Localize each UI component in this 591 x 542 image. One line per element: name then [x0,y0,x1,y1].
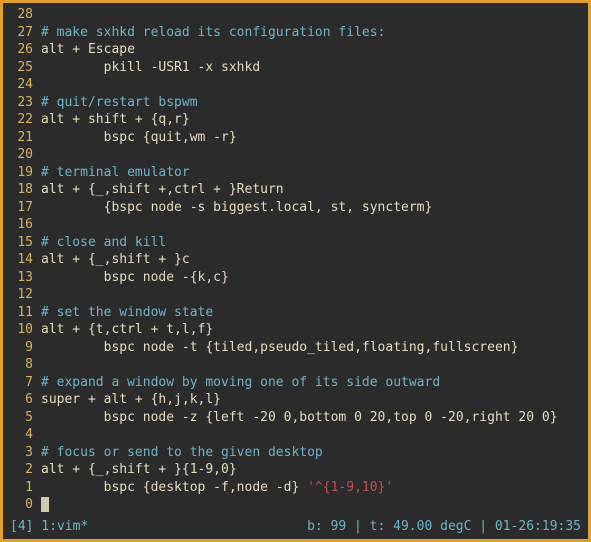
line-text: alt + {_,shift + }{1-9,0} [35,461,237,479]
code-line: 27 # make sxhkd reload its configuration… [9,24,582,42]
line-number: 25 [9,59,35,77]
cursor-line: 0 [9,496,582,514]
editor-area[interactable]: 28 27 # make sxhkd reload its configurat… [3,3,588,514]
line-text: # close and kill [35,234,166,252]
code-line: 7 # expand a window by moving one of its… [9,374,582,392]
code-line: 9 bspc node -t {tiled,pseudo_tiled,float… [9,339,582,357]
code-line: 22 alt + shift + {q,r} [9,111,582,129]
line-text: bspc node -t {tiled,pseudo_tiled,floatin… [35,339,518,357]
line-text: alt + shift + {q,r} [35,111,190,129]
code-line: 12 [9,286,582,304]
line-text: bspc {quit,wm -r} [35,129,237,147]
code-line: 23 # quit/restart bspwm [9,94,582,112]
line-text [35,6,41,24]
line-number: 10 [9,321,35,339]
line-number: 19 [9,164,35,182]
code-line: 6 super + alt + {h,j,k,l} [9,391,582,409]
code-line: 10 alt + {t,ctrl + t,l,f} [9,321,582,339]
code-line: 14 alt + {_,shift + }c [9,251,582,269]
line-text: alt + {t,ctrl + t,l,f} [35,321,213,339]
line-number: 21 [9,129,35,147]
status-right: b: 99 | t: 49.00 degC | 01-26:19:35 [307,518,581,536]
line-number: 8 [9,356,35,374]
code-line: 15 # close and kill [9,234,582,252]
line-text [35,286,41,304]
line-number: 1 [9,479,35,497]
line-number: 0 [9,496,35,514]
line-text: bspc node -{k,c} [35,269,229,287]
line-number: 17 [9,199,35,217]
line-number: 11 [9,304,35,322]
code-line: 26 alt + Escape [9,41,582,59]
terminal-window: 28 27 # make sxhkd reload its configurat… [0,0,591,542]
code-line: 25 pkill -USR1 -x sxhkd [9,59,582,77]
line-number: 6 [9,391,35,409]
line-text: # set the window state [35,304,213,322]
code-line: 20 [9,146,582,164]
line-number: 4 [9,426,35,444]
code-line: 18 alt + {_,shift +,ctrl + }Return [9,181,582,199]
line-number: 24 [9,76,35,94]
code-line: 4 [9,426,582,444]
code-line: 11 # set the window state [9,304,582,322]
line-text: alt + Escape [35,41,135,59]
code-line: 2 alt + {_,shift + }{1-9,0} [9,461,582,479]
line-number: 23 [9,94,35,112]
code-line: 13 bspc node -{k,c} [9,269,582,287]
line-number: 7 [9,374,35,392]
line-text: super + alt + {h,j,k,l} [35,391,221,409]
code-line: 24 [9,76,582,94]
line-text: # focus or send to the given desktop [35,444,323,462]
line-text [35,426,41,444]
line-text [35,76,41,94]
line-number: 14 [9,251,35,269]
line-text: {bspc node -s biggest.local, st, syncter… [35,199,432,217]
line-number: 5 [9,409,35,427]
line-text: alt + {_,shift + }c [35,251,190,269]
line-number: 9 [9,339,35,357]
line-number: 16 [9,216,35,234]
line-text: bspc node -z {left -20 0,bottom 0 20,top… [35,409,558,427]
line-number: 26 [9,41,35,59]
code-line: 19 # terminal emulator [9,164,582,182]
line-text: # quit/restart bspwm [35,94,198,112]
code-line: 28 [9,6,582,24]
code-line: 5 bspc node -z {left -20 0,bottom 0 20,t… [9,409,582,427]
line-text [35,216,41,234]
code-line: 21 bspc {quit,wm -r} [9,129,582,147]
line-number: 3 [9,444,35,462]
line-number: 22 [9,111,35,129]
line-text: bspc {desktop -f,node -d} '^{1-9,10}' [35,479,393,497]
line-number: 12 [9,286,35,304]
line-text [35,356,41,374]
code-line: 1 bspc {desktop -f,node -d} '^{1-9,10}' [9,479,582,497]
line-number: 20 [9,146,35,164]
line-number: 18 [9,181,35,199]
line-number: 2 [9,461,35,479]
line-text: alt + {_,shift +,ctrl + }Return [35,181,284,199]
tmux-status-bar: [4] 1:vim* b: 99 | t: 49.00 degC | 01-26… [6,517,585,536]
line-text: pkill -USR1 -x sxhkd [35,59,260,77]
cursor-block [41,497,49,512]
line-text [35,496,49,514]
line-text [35,146,41,164]
code-line: 3 # focus or send to the given desktop [9,444,582,462]
line-number: 15 [9,234,35,252]
line-text: # expand a window by moving one of its s… [35,374,440,392]
line-number: 28 [9,6,35,24]
line-text: # terminal emulator [35,164,190,182]
line-number: 27 [9,24,35,42]
line-text: # make sxhkd reload its configuration fi… [35,24,385,42]
code-line: 16 [9,216,582,234]
status-left: [4] 1:vim* [10,518,88,536]
code-line: 8 [9,356,582,374]
code-line: 17 {bspc node -s biggest.local, st, sync… [9,199,582,217]
line-number: 13 [9,269,35,287]
